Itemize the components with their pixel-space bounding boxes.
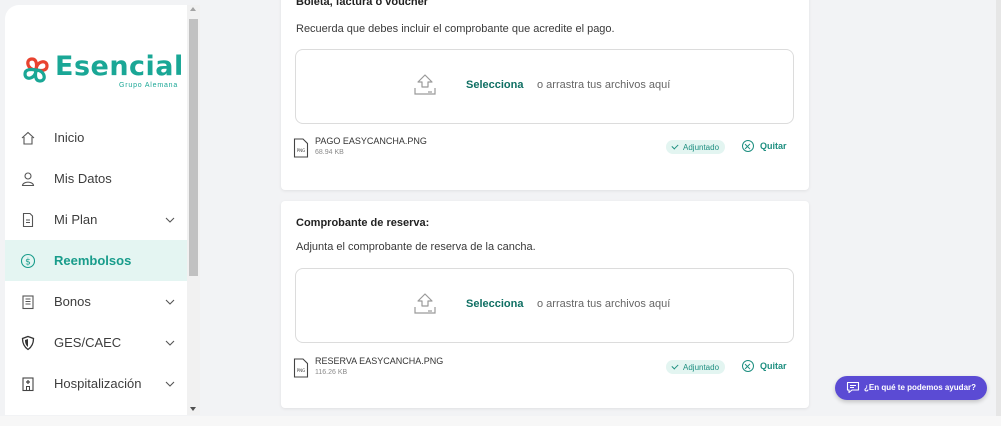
- sidebar-item-mi-plan[interactable]: Mi Plan: [5, 199, 187, 240]
- upload-icon: [414, 74, 436, 95]
- remove-file-button[interactable]: Quitar: [742, 359, 787, 373]
- scroll-down-arrow-icon[interactable]: [190, 407, 196, 411]
- home-icon: [21, 131, 35, 145]
- remove-label: Quitar: [760, 141, 787, 151]
- sidebar-item-label: Bonos: [54, 294, 91, 309]
- brand-subtitle: Grupo Alemana: [119, 82, 179, 89]
- sidebar-item-mis-datos[interactable]: Mis Datos: [5, 158, 187, 199]
- file-size: 116.26 KB: [315, 369, 348, 376]
- sidebar-item-inicio[interactable]: Inicio: [5, 117, 187, 158]
- dropzone-hint: o arrastra tus archivos aquí: [537, 298, 671, 310]
- list-document-icon: [22, 295, 34, 310]
- chat-bubble-icon: [846, 381, 860, 394]
- section-title: Comprobante de reserva:: [296, 217, 430, 229]
- section-description: Adjunta el comprobante de reserva de la …: [296, 241, 536, 253]
- select-files-link[interactable]: Selecciona: [466, 79, 523, 91]
- sidebar-item-label: Hospitalización: [54, 376, 142, 391]
- svg-text:PNG: PNG: [297, 148, 306, 153]
- attached-file-row: PNG RESERVA EASYCANCHA.PNG 116.26 KB Adj…: [293, 356, 793, 386]
- check-icon: [671, 142, 679, 150]
- scrollbar-thumb[interactable]: [189, 19, 198, 276]
- status-label: Adjuntado: [683, 142, 720, 152]
- section-title: Boleta, factura o voucher: [296, 0, 429, 8]
- file-name: RESERVA EASYCANCHA.PNG: [315, 356, 444, 366]
- section-description: Recuerda que debes incluir el comprobant…: [296, 23, 615, 35]
- select-files-link[interactable]: Selecciona: [466, 298, 523, 310]
- sidebar-item-label: Mi Plan: [54, 212, 98, 227]
- status-badge: Adjuntado: [666, 360, 726, 374]
- hospital-icon: [22, 377, 34, 392]
- svg-text:$: $: [25, 257, 31, 267]
- chevron-down-icon: [165, 340, 175, 346]
- dropzone-hint: o arrastra tus archivos aquí: [537, 79, 671, 91]
- document-icon: [22, 212, 34, 228]
- close-circle-icon: [742, 360, 754, 372]
- sidebar-item-reembolsos[interactable]: $ Reembolsos: [5, 240, 187, 281]
- user-icon: [21, 172, 35, 187]
- sidebar-item-label: Mis Datos: [54, 171, 112, 186]
- remove-label: Quitar: [760, 361, 787, 371]
- sidebar-item-hospitalizacion[interactable]: Hospitalización: [5, 363, 187, 404]
- upload-section-payment: Boleta, factura o voucher Recuerda que d…: [281, 0, 809, 190]
- svg-text:PNG: PNG: [297, 368, 306, 373]
- png-file-icon: PNG: [293, 358, 309, 378]
- check-icon: [671, 362, 679, 370]
- window-bottom-edge: [0, 416, 1001, 426]
- sidebar-item-label: Inicio: [54, 130, 85, 145]
- png-file-icon: PNG: [293, 138, 309, 158]
- attached-file-row: PNG PAGO EASYCANCHA.PNG 68.94 KB Adjunta…: [293, 136, 793, 166]
- sidebar: Esencial Grupo Alemana Inicio Mis Datos …: [5, 5, 187, 415]
- brand-mark-icon: [23, 57, 49, 83]
- scroll-up-arrow-icon[interactable]: [190, 7, 196, 11]
- chevron-down-icon: [165, 299, 175, 305]
- sidebar-nav: Inicio Mis Datos Mi Plan $ Reembolsos Bo…: [5, 117, 187, 404]
- upload-icon: [414, 293, 436, 314]
- sidebar-item-bonos[interactable]: Bonos: [5, 281, 187, 322]
- help-chat-button[interactable]: ¿En qué te podemos ayudar?: [835, 376, 987, 400]
- sidebar-item-label: Reembolsos: [54, 253, 132, 268]
- file-size: 68.94 KB: [315, 149, 344, 156]
- close-circle-icon: [742, 140, 754, 152]
- dollar-circle-icon: $: [20, 253, 36, 269]
- help-label: ¿En qué te podemos ayudar?: [864, 383, 977, 392]
- upload-section-reservation: Comprobante de reserva: Adjunta el compr…: [281, 201, 809, 408]
- file-dropzone[interactable]: Selecciona o arrastra tus archivos aquí: [295, 49, 794, 124]
- remove-file-button[interactable]: Quitar: [742, 139, 787, 153]
- chevron-down-icon: [165, 381, 175, 387]
- status-badge: Adjuntado: [666, 140, 726, 154]
- sidebar-item-ges-caec[interactable]: GES/CAEC: [5, 322, 187, 363]
- file-name: PAGO EASYCANCHA.PNG: [315, 136, 427, 146]
- brand-name: Esencial: [55, 51, 184, 82]
- brand-logo[interactable]: Esencial Grupo Alemana: [21, 51, 184, 95]
- window-edge: [996, 0, 1001, 426]
- sidebar-scrollbar[interactable]: [187, 5, 200, 415]
- file-dropzone[interactable]: Selecciona o arrastra tus archivos aquí: [295, 268, 794, 343]
- chevron-down-icon: [165, 217, 175, 223]
- status-label: Adjuntado: [683, 362, 720, 372]
- sidebar-item-label: GES/CAEC: [54, 335, 122, 350]
- shield-icon: [21, 335, 35, 351]
